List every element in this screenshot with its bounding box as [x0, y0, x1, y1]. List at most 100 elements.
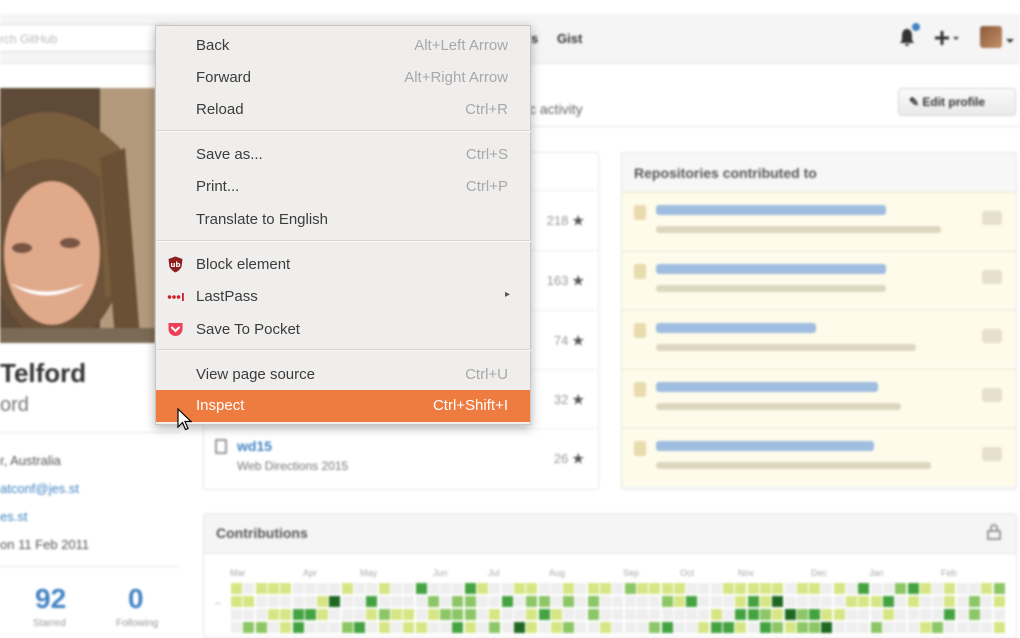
- contribution-cell: [846, 596, 857, 607]
- star-count: 32 ★: [553, 392, 584, 407]
- contribution-cell: [280, 622, 292, 633]
- contribution-cell: [612, 609, 624, 620]
- contribution-cell: [833, 609, 845, 620]
- contribution-cell: [747, 596, 759, 607]
- repo-row[interactable]: wd15 Web Directions 2015 26 ★: [205, 428, 598, 487]
- menu-item-back[interactable]: Back Alt+Left Arrow: [156, 30, 530, 62]
- contribution-cell: [378, 622, 390, 633]
- lock-icon: [987, 524, 1001, 540]
- contribution-cell: [550, 596, 562, 607]
- contribution-cell: [390, 609, 402, 620]
- repo-name[interactable]: wd15: [237, 438, 272, 454]
- menu-item-forward[interactable]: Forward Alt+Right Arrow: [156, 62, 530, 94]
- contribution-cell: [440, 583, 452, 594]
- contributed-row[interactable]: [622, 192, 1016, 250]
- menu-item-inspect[interactable]: Inspect Ctrl+Shift+I: [156, 390, 530, 422]
- nav-gist[interactable]: Gist: [557, 31, 582, 46]
- search-input[interactable]: rch GitHub: [0, 24, 170, 52]
- contribution-cell: [354, 596, 365, 607]
- contribution-cell: [440, 596, 452, 607]
- profile-joined: on 11 Feb 2011: [0, 537, 90, 552]
- contribution-cell: [649, 609, 661, 620]
- contribution-cell: [735, 596, 747, 607]
- contribution-cell: [661, 596, 673, 607]
- contribution-cell: [882, 622, 894, 633]
- contribution-cell: [415, 596, 427, 607]
- menu-item-save-to-pocket[interactable]: Save To Pocket: [156, 314, 530, 346]
- contribution-cell: [575, 609, 587, 620]
- starred-count[interactable]: 92: [35, 583, 66, 615]
- contribution-cell: [710, 609, 722, 620]
- contribution-cell: [403, 609, 415, 620]
- plus-icon[interactable]: [934, 28, 962, 53]
- contribution-cell: [784, 596, 796, 607]
- profile-username: ord: [0, 394, 29, 416]
- contribution-cell: [956, 622, 968, 633]
- contribution-cell: [415, 609, 427, 620]
- contribution-cell: [772, 596, 784, 607]
- day-label: –: [215, 598, 221, 609]
- menu-item-block-element[interactable]: ub Block element: [156, 249, 530, 281]
- ublock-icon: ub: [167, 256, 184, 273]
- contribution-cell: [723, 622, 734, 633]
- contribution-cell: [661, 609, 673, 620]
- contribution-cell: [292, 596, 304, 607]
- following-count[interactable]: 0: [128, 583, 144, 615]
- contribution-cell: [427, 622, 439, 633]
- contribution-cell: [390, 583, 402, 594]
- contribution-cell: [686, 583, 698, 594]
- contribution-cell: [243, 609, 255, 620]
- menu-item-print[interactable]: Print... Ctrl+P: [156, 171, 530, 203]
- contribution-cell: [870, 622, 882, 633]
- contribution-cell: [723, 609, 734, 620]
- contributions-header: [204, 514, 1016, 554]
- contributed-row[interactable]: [622, 251, 1016, 309]
- contribution-cell: [452, 583, 464, 594]
- contribution-cell: [809, 622, 821, 633]
- menu-item-view-source[interactable]: View page source Ctrl+U: [156, 359, 530, 391]
- following-label: Following: [116, 618, 159, 629]
- contribution-cell: [870, 583, 882, 594]
- menu-item-lastpass[interactable]: LastPass ▸: [156, 281, 530, 313]
- contribution-cell: [661, 583, 673, 594]
- contribution-cell: [796, 596, 808, 607]
- contribution-cell: [513, 583, 525, 594]
- contribution-cell: [526, 583, 538, 594]
- menu-item-save-as[interactable]: Save as... Ctrl+S: [156, 139, 530, 171]
- edit-profile-button[interactable]: ✎ Edit profile: [898, 88, 1016, 116]
- bell-icon[interactable]: [898, 28, 916, 53]
- contribution-cell: [477, 622, 488, 633]
- contribution-cell: [403, 583, 415, 594]
- contributed-row[interactable]: [622, 428, 1016, 486]
- nav-item-partial[interactable]: s: [531, 31, 538, 46]
- profile-website[interactable]: es.st: [0, 509, 27, 524]
- contribution-cell: [956, 583, 968, 594]
- contribution-cell: [255, 583, 267, 594]
- contribution-cell: [809, 609, 821, 620]
- menu-item-translate[interactable]: Translate to English: [156, 204, 530, 236]
- contribution-cell: [932, 583, 944, 594]
- contribution-cell: [624, 596, 636, 607]
- contribution-cell: [833, 622, 845, 633]
- contribution-cell: [759, 583, 771, 594]
- contribution-cell: [969, 583, 980, 594]
- contribution-cell: [809, 596, 821, 607]
- contribution-cell: [550, 583, 562, 594]
- contribution-cell: [858, 596, 870, 607]
- profile-email[interactable]: atconf@jes.st: [0, 481, 79, 496]
- contributed-row[interactable]: [622, 369, 1016, 427]
- menu-item-reload[interactable]: Reload Ctrl+R: [156, 94, 530, 126]
- contribution-cell: [723, 596, 734, 607]
- contributed-row[interactable]: [622, 310, 1016, 368]
- contribution-cell: [267, 596, 279, 607]
- chevron-down-icon[interactable]: [1005, 30, 1015, 51]
- contribution-cell: [981, 583, 993, 594]
- contribution-cell: [477, 609, 488, 620]
- contribution-cell: [341, 583, 353, 594]
- month-label: Feb: [941, 568, 957, 578]
- contribution-cell: [427, 583, 439, 594]
- contribution-cell: [513, 609, 525, 620]
- contribution-cell: [796, 583, 808, 594]
- contribution-cell: [944, 609, 956, 620]
- avatar[interactable]: [980, 26, 1002, 48]
